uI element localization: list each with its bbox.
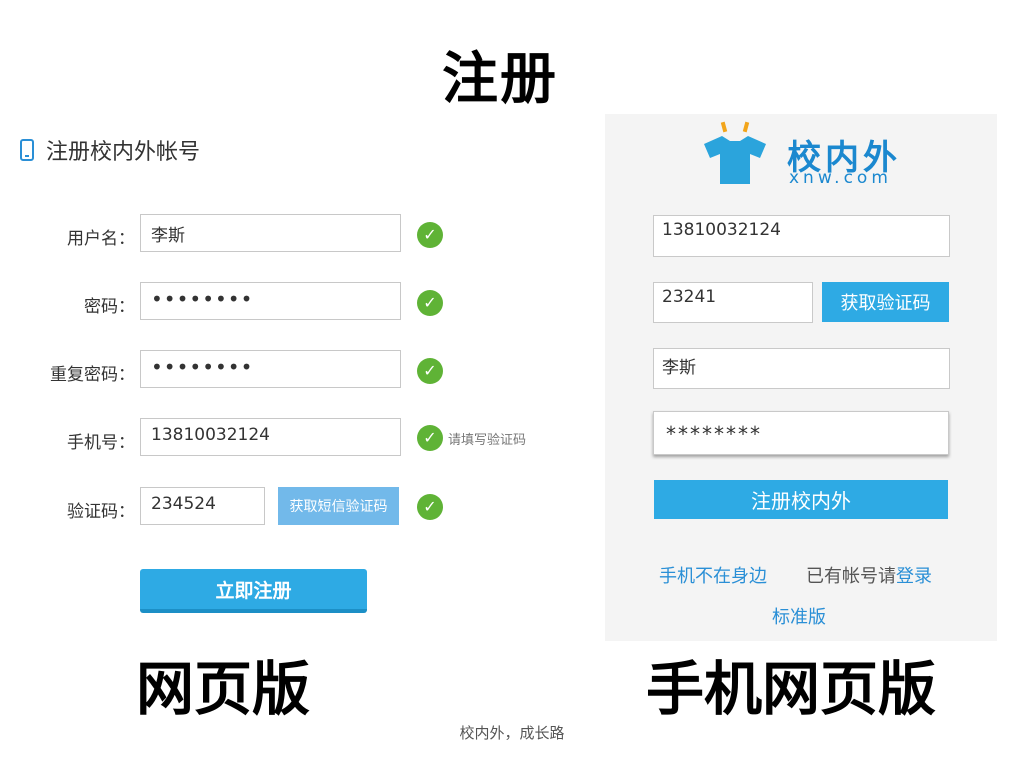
confirm-password-label: 重复密码： — [50, 365, 135, 385]
web-form-title: 注册校内外帐号 — [46, 140, 201, 165]
logo-domain-text: xnw.com — [789, 168, 892, 188]
web-version-caption: 网页版 — [136, 655, 311, 723]
login-prompt: 已有帐号请登录 — [806, 562, 932, 588]
phone-hint: 请填写验证码 — [448, 433, 527, 448]
standard-version-link[interactable]: 标准版 — [772, 603, 826, 629]
page-title: 注册 — [442, 47, 558, 112]
password-label: 密码： — [84, 297, 135, 317]
phone-label: 手机号： — [67, 433, 135, 453]
mobile-code-input[interactable]: 23241 — [653, 282, 813, 323]
footer-slogan: 校内外，成长路 — [459, 724, 565, 742]
get-sms-code-button[interactable]: 获取短信验证码 — [278, 487, 399, 525]
register-now-button[interactable]: 立即注册 — [140, 569, 367, 613]
phone-valid-check-icon: ✓ — [417, 425, 443, 451]
code-label: 验证码： — [67, 502, 135, 522]
password-input[interactable]: •••••••• — [140, 282, 401, 320]
confirm-password-valid-check-icon: ✓ — [417, 358, 443, 384]
login-link[interactable]: 登录 — [896, 566, 932, 587]
mobile-phone-icon — [20, 139, 34, 161]
mobile-version-caption: 手机网页版 — [646, 655, 937, 723]
phone-input[interactable]: 13810032124 — [140, 418, 401, 456]
tshirt-logo-icon — [704, 121, 766, 184]
mobile-phone-input[interactable]: 13810032124 — [653, 215, 950, 257]
username-valid-check-icon: ✓ — [417, 222, 443, 248]
confirm-password-input[interactable]: •••••••• — [140, 350, 401, 388]
mobile-password-input[interactable]: ******** — [653, 411, 949, 455]
code-valid-check-icon: ✓ — [417, 494, 443, 520]
mobile-register-button[interactable]: 注册校内外 — [654, 480, 948, 519]
have-account-text: 已有帐号请 — [806, 566, 896, 587]
web-form-heading: 注册校内外帐号 — [20, 136, 201, 165]
username-input[interactable]: 李斯 — [140, 214, 401, 252]
mobile-name-input[interactable]: 李斯 — [653, 348, 950, 389]
phone-not-nearby-link[interactable]: 手机不在身边 — [659, 562, 767, 588]
username-label: 用户名： — [67, 229, 135, 249]
code-input[interactable]: 234524 — [140, 487, 265, 525]
mobile-get-code-button[interactable]: 获取验证码 — [822, 282, 949, 322]
password-valid-check-icon: ✓ — [417, 290, 443, 316]
